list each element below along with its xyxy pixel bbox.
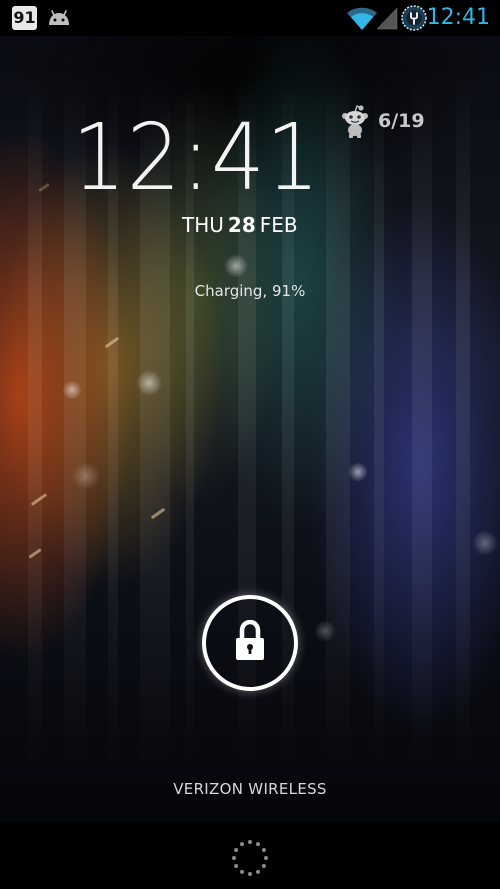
status-bar-clock: 12:41 — [426, 5, 490, 30]
wallpaper-bokeh — [136, 370, 162, 396]
wallpaper-bokeh — [224, 254, 248, 278]
wifi-icon[interactable] — [346, 5, 378, 31]
navigation-bar — [0, 822, 500, 889]
status-bar: 91 12:41 — [0, 0, 500, 36]
reddit-alien-icon — [342, 105, 368, 138]
signal-icon[interactable] — [376, 6, 398, 30]
wallpaper-bokeh — [72, 462, 100, 490]
wallpaper-streak — [28, 76, 42, 776]
wallpaper-bokeh — [472, 530, 498, 556]
date-weekday: THU — [182, 213, 224, 237]
wallpaper-streak — [326, 76, 350, 776]
usb-debug-icon[interactable] — [401, 5, 427, 31]
carrier-label: VERIZON WIRELESS — [173, 780, 327, 798]
date-month: FEB — [259, 213, 298, 237]
notification-badge[interactable]: 91 — [12, 6, 37, 30]
wallpaper-bokeh — [62, 380, 82, 400]
unlock-button[interactable] — [202, 595, 298, 691]
date-day: 28 — [227, 213, 256, 237]
android-icon[interactable] — [46, 8, 72, 28]
padlock-icon — [236, 620, 264, 660]
wallpaper-bokeh — [314, 620, 336, 642]
charging-status: Charging, 91% — [194, 282, 306, 300]
wallpaper-streak — [412, 76, 432, 776]
reddit-count: 6/19 — [378, 110, 425, 132]
lock-date: THU 28 FEB — [182, 211, 298, 239]
wallpaper-bokeh — [348, 462, 368, 482]
lock-clock: 12:41 — [72, 104, 321, 211]
wallpaper-streak — [374, 76, 384, 776]
loading-spinner-icon — [232, 840, 268, 876]
wallpaper-streak — [456, 76, 470, 776]
lock-screen: 91 12:41 12:41 THU 28 FEB 6/19 Charging,… — [0, 0, 500, 889]
